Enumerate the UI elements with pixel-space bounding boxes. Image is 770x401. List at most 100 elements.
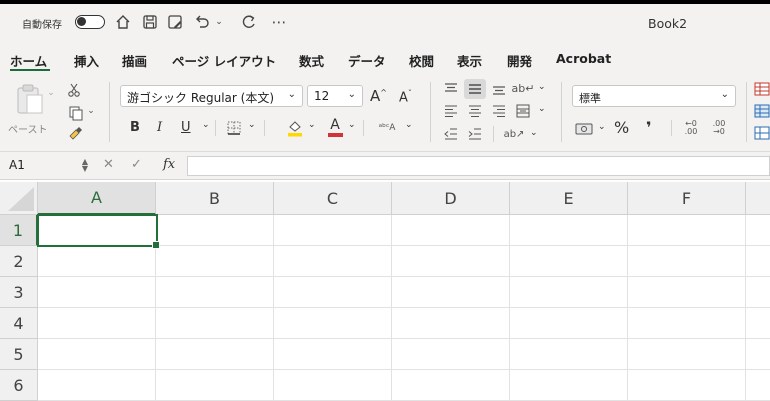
bold-button[interactable]: B — [130, 120, 140, 135]
font-size-value: 12 — [314, 89, 330, 103]
borders-chevron-down-icon[interactable]: ⌄ — [248, 120, 256, 130]
tab-data[interactable]: データ — [348, 51, 386, 70]
conditional-formatting-icon[interactable] — [754, 82, 770, 96]
copy-icon[interactable] — [66, 104, 86, 122]
autosave-toggle[interactable] — [75, 15, 105, 29]
formula-input[interactable] — [187, 156, 770, 176]
column-header-c[interactable]: C — [274, 182, 392, 215]
phonetic-guide-icon[interactable]: ᵃᵇᶜA — [375, 118, 399, 138]
column-header-a[interactable]: A — [38, 182, 156, 215]
currency-chevron-down-icon[interactable]: ⌄ — [598, 122, 606, 132]
grow-font-letter: A — [370, 87, 381, 105]
phonetic-chevron-down-icon[interactable]: ⌄ — [405, 120, 413, 130]
font-name-select[interactable]: 游ゴシック Regular (本文) ⌄ — [120, 85, 303, 107]
formula-bar: A1 ▲ ▼ ✕ ✓ fx — [0, 152, 770, 180]
column-header-g-partial[interactable] — [746, 182, 770, 215]
align-center-icon[interactable] — [466, 102, 484, 120]
redo-icon[interactable] — [240, 13, 258, 31]
cell-styles-icon[interactable] — [754, 126, 770, 140]
tab-acrobat[interactable]: Acrobat — [556, 51, 611, 66]
font-color-letter: A — [330, 117, 340, 134]
fill-color-chevron-down-icon[interactable]: ⌄ — [308, 120, 316, 130]
paste-label: ペースト — [8, 125, 48, 136]
column-header-b[interactable]: B — [156, 182, 274, 215]
row-header-4[interactable]: 4 — [0, 308, 38, 339]
tab-review[interactable]: 校閲 — [409, 51, 434, 70]
more-icon[interactable]: ⋯ — [270, 13, 288, 31]
font-color-chevron-down-icon[interactable]: ⌄ — [348, 120, 356, 130]
tab-developer[interactable]: 開発 — [507, 51, 532, 70]
home-icon[interactable] — [114, 13, 132, 31]
merge-center-icon[interactable] — [514, 102, 532, 120]
row-header-6[interactable]: 6 — [0, 370, 38, 401]
increase-decimal-bottom: .00 — [684, 127, 698, 136]
cancel-icon[interactable]: ✕ — [103, 157, 114, 172]
font-color-icon[interactable]: A — [326, 116, 344, 138]
text-orientation-icon[interactable]: ab↗ — [504, 126, 525, 142]
align-middle-icon[interactable] — [464, 79, 486, 99]
insert-function-button[interactable]: fx — [163, 157, 175, 172]
decrease-indent-icon[interactable] — [442, 126, 460, 142]
separator — [671, 120, 672, 136]
increase-decimal-icon[interactable]: ←0.00 — [680, 118, 702, 138]
decrease-decimal-icon[interactable]: .00 →0 — [708, 118, 730, 138]
merge-chevron-down-icon[interactable]: ⌄ — [538, 104, 546, 114]
row-header-2[interactable]: 2 — [0, 246, 38, 277]
name-box-stepper-icon[interactable]: ▲ ▼ — [82, 158, 88, 173]
chevron-down-icon[interactable]: ⌄ — [210, 13, 228, 31]
currency-format-icon[interactable] — [573, 120, 595, 138]
edit-save-icon[interactable] — [166, 13, 184, 31]
row-header-5[interactable]: 5 — [0, 339, 38, 370]
tab-view[interactable]: 表示 — [457, 51, 482, 70]
tab-home[interactable]: ホーム — [10, 51, 47, 70]
percent-style-button[interactable]: % — [614, 118, 629, 137]
copy-chevron-down-icon[interactable]: ⌄ — [86, 106, 96, 116]
column-header-f[interactable]: F — [628, 182, 746, 215]
italic-button[interactable]: I — [157, 120, 162, 135]
select-all-button[interactable] — [0, 182, 38, 215]
align-top-icon[interactable] — [442, 80, 460, 98]
underline-button[interactable]: U — [181, 120, 191, 135]
tab-draw[interactable]: 描画 — [122, 51, 147, 70]
active-cell-a1[interactable] — [37, 214, 160, 249]
format-as-table-icon[interactable] — [754, 104, 770, 118]
cut-icon[interactable] — [66, 82, 82, 98]
wrap-chevron-down-icon[interactable]: ⌄ — [538, 82, 546, 92]
active-tab-indicator — [10, 69, 50, 71]
format-painter-icon[interactable] — [66, 126, 84, 142]
comma-style-button[interactable]: ❜ — [646, 118, 652, 137]
enter-icon[interactable]: ✓ — [131, 157, 142, 172]
shrink-font-button[interactable]: Aˇ — [399, 89, 412, 105]
column-header-d[interactable]: D — [392, 182, 510, 215]
align-right-icon[interactable] — [490, 102, 508, 120]
chevron-down-icon: ⌄ — [720, 89, 729, 100]
row-header-3[interactable]: 3 — [0, 277, 38, 308]
name-box[interactable]: A1 ▲ ▼ — [6, 156, 88, 176]
name-box-value: A1 — [9, 158, 25, 172]
increase-indent-icon[interactable] — [466, 126, 484, 142]
align-left-icon[interactable] — [442, 102, 460, 120]
separator — [264, 120, 265, 136]
separator — [109, 82, 110, 142]
tab-formulas[interactable]: 数式 — [299, 51, 324, 70]
align-bottom-icon[interactable] — [490, 80, 508, 98]
separator — [363, 120, 364, 136]
tab-page-layout[interactable]: ページ レイアウト — [172, 51, 276, 70]
column-header-e[interactable]: E — [510, 182, 628, 215]
grow-font-button[interactable]: A^ — [370, 87, 387, 105]
borders-icon[interactable] — [226, 120, 242, 136]
paste-chevron-down-icon[interactable]: ⌄ — [46, 88, 56, 98]
underline-chevron-down-icon[interactable]: ⌄ — [202, 120, 210, 130]
number-format-select[interactable]: 標準 ⌄ — [572, 85, 736, 107]
separator — [746, 82, 747, 142]
fill-color-icon[interactable] — [286, 118, 304, 138]
wrap-text-icon[interactable]: ab↵ — [512, 79, 535, 97]
decrease-decimal-bottom: →0 — [713, 127, 725, 136]
tab-insert[interactable]: 挿入 — [74, 51, 99, 70]
row-header-1[interactable]: 1 — [0, 215, 38, 246]
font-size-select[interactable]: 12 ⌄ — [307, 85, 363, 107]
paste-icon[interactable] — [14, 81, 46, 117]
undo-icon[interactable] — [193, 13, 211, 31]
orientation-chevron-down-icon[interactable]: ⌄ — [530, 128, 538, 138]
save-icon[interactable] — [141, 13, 159, 31]
